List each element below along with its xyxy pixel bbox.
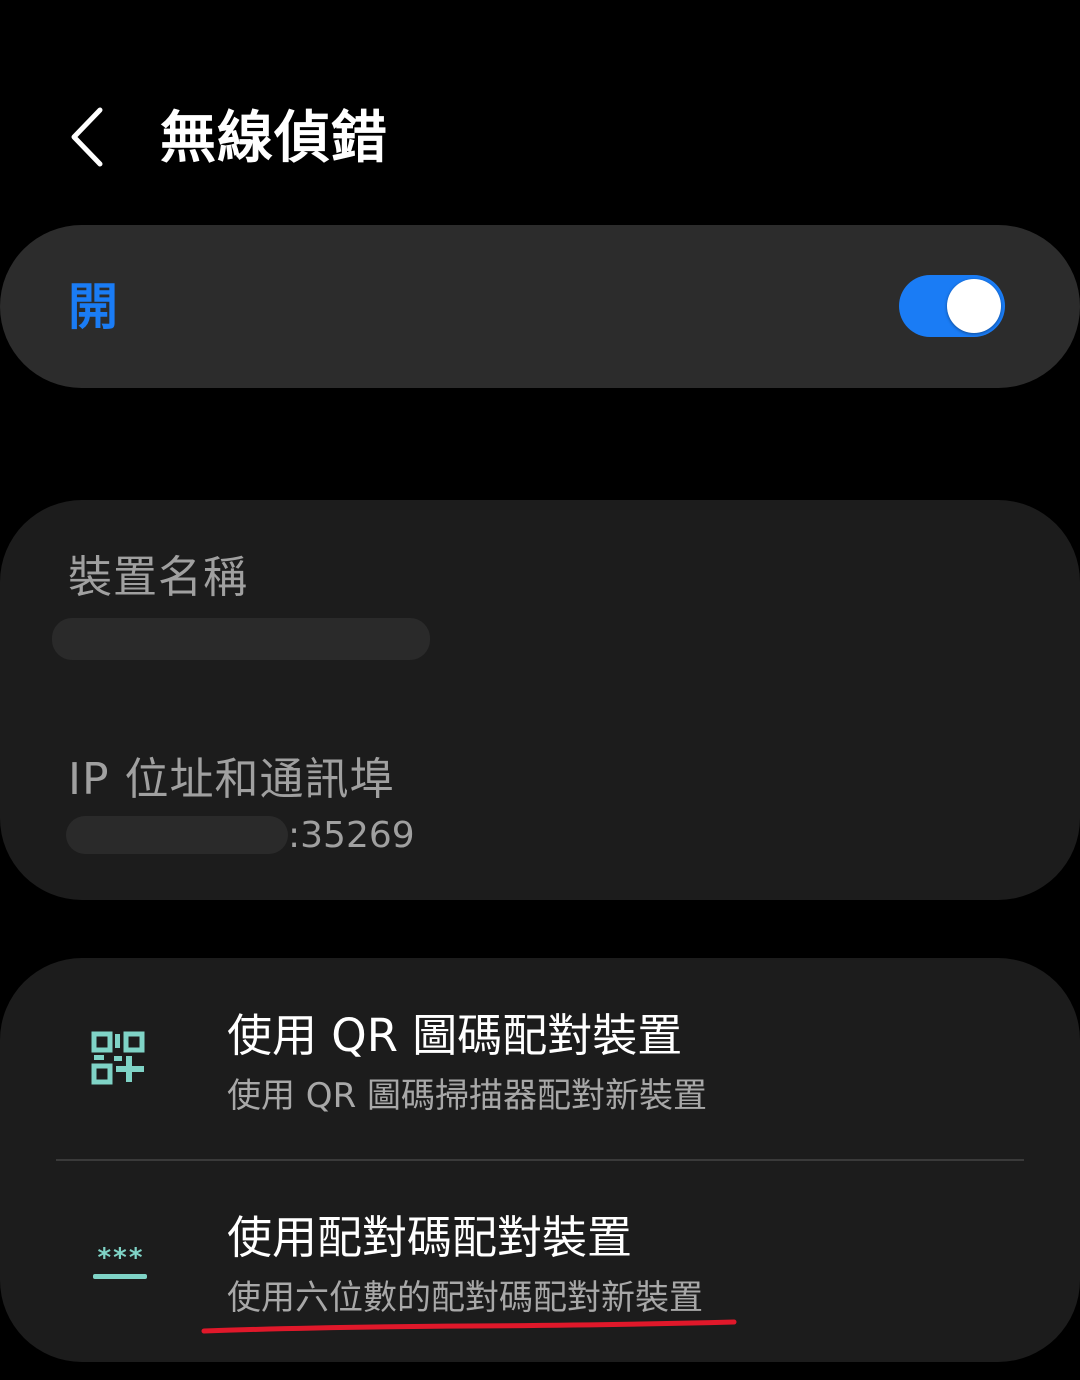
device-name-title: 裝置名稱 [68, 552, 248, 603]
device-name-redacted [52, 618, 430, 660]
pairing-divider [56, 1159, 1024, 1161]
toggle-state-label: 開 [68, 278, 118, 336]
app-bar: 無線偵錯 [0, 80, 1080, 200]
page-title: 無線偵錯 [160, 106, 388, 171]
ip-port-value: :35269 [288, 815, 415, 856]
svg-text:***: *** [97, 1243, 144, 1273]
switch-knob [947, 279, 1001, 333]
password-icon: *** [90, 1230, 150, 1290]
red-underline-annotation [201, 1319, 737, 1334]
wireless-debugging-toggle-card[interactable]: 開 [0, 225, 1080, 388]
qr-code-icon [90, 1030, 150, 1090]
pair-code-title: 使用配對碼配對裝置 [227, 1211, 633, 1264]
back-arrow-icon[interactable] [62, 104, 118, 170]
ip-address-redacted [66, 816, 288, 854]
pair-qr-subtitle: 使用 QR 圖碼掃描器配對新裝置 [227, 1076, 708, 1116]
pair-with-qr-option[interactable]: 使用 QR 圖碼配對裝置 使用 QR 圖碼掃描器配對新裝置 [0, 958, 1080, 1158]
pair-qr-title: 使用 QR 圖碼配對裝置 [227, 1009, 683, 1062]
wireless-debugging-switch[interactable] [899, 275, 1005, 337]
device-info-card: 裝置名稱 IP 位址和通訊埠 :35269 [0, 500, 1080, 900]
ip-port-title: IP 位址和通訊埠 [68, 754, 395, 805]
pair-code-subtitle: 使用六位數的配對碼配對新裝置 [227, 1278, 703, 1318]
pairing-options-card: 使用 QR 圖碼配對裝置 使用 QR 圖碼掃描器配對新裝置 *** 使用配對碼配… [0, 958, 1080, 1362]
